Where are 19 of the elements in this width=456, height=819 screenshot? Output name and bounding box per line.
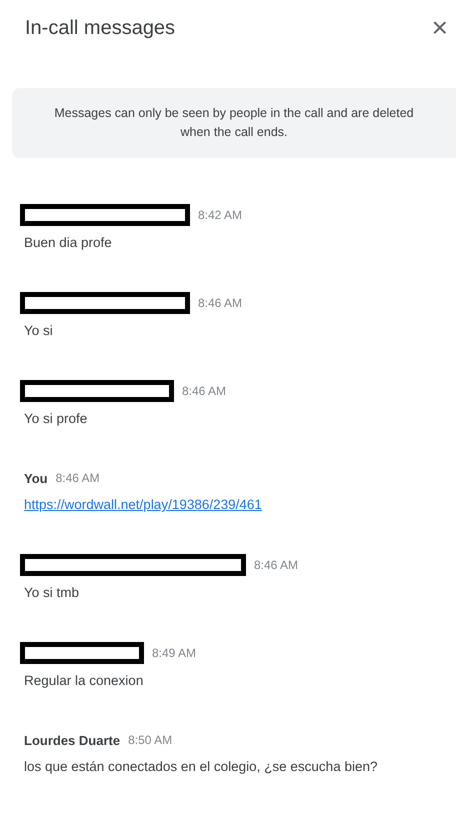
sender-name: You	[24, 470, 48, 486]
message-text: Regular la conexion	[24, 673, 144, 688]
sender-name: Lourdes Duarte	[24, 732, 120, 748]
message-time: 8:49 AM	[152, 646, 196, 660]
message-time: 8:46 AM	[56, 471, 100, 485]
message-time: 8:46 AM	[182, 384, 226, 398]
privacy-notice: Messages can only be seen by people in the call and are deleted when the call ends.	[12, 88, 456, 158]
message-time: 8:50 AM	[128, 733, 172, 747]
message-time: 8:46 AM	[254, 558, 298, 572]
message-text: Yo si tmb	[24, 585, 80, 600]
message-time: 8:46 AM	[198, 296, 242, 310]
message-text: los que están conectados en el colegio, ¿se escucha bien?	[24, 759, 378, 774]
message-link[interactable]: https://wordwall.net/play/19386/239/461	[24, 497, 262, 512]
message-text: Buen dia profe	[24, 235, 112, 250]
message-time: 8:42 AM	[198, 208, 242, 222]
message-text: Yo si profe	[24, 411, 88, 426]
close-button[interactable]: ×	[428, 14, 452, 42]
message-text: Yo si	[24, 323, 53, 338]
panel-title: In-call messages	[25, 16, 176, 40]
